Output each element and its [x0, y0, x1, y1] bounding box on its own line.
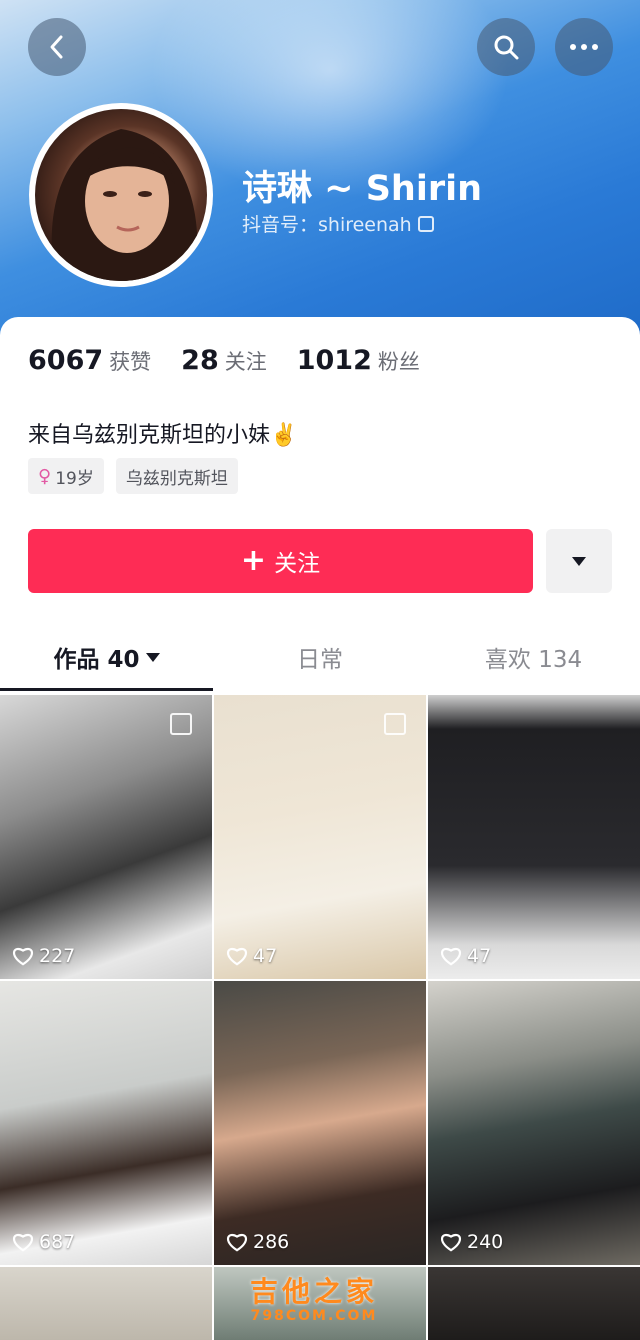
- multi-image-icon: [384, 713, 406, 735]
- plus-icon: +: [240, 543, 267, 578]
- search-icon: [494, 35, 519, 60]
- watermark-en: 798COM.COM: [250, 1308, 378, 1324]
- age-text: 19岁: [55, 468, 94, 489]
- chevron-left-icon: [50, 35, 63, 59]
- video-thumbnail[interactable]: 227: [0, 695, 212, 979]
- active-tab-indicator: [0, 688, 213, 691]
- like-count: 286: [226, 1231, 289, 1253]
- profile-header: 诗琳 ~ Shirin 抖音号：shireenah: [0, 0, 640, 340]
- tab-daily[interactable]: 日常: [213, 622, 427, 692]
- caret-down-icon: [572, 556, 586, 566]
- watermark-cn: 吉他之家: [250, 1275, 379, 1308]
- multi-image-icon: [170, 713, 192, 735]
- like-count-text: 47: [467, 945, 492, 967]
- video-thumbnail[interactable]: [428, 1267, 640, 1340]
- video-thumbnail[interactable]: 286: [214, 981, 426, 1265]
- avatar-portrait: [51, 129, 198, 281]
- heart-outline-icon: [441, 948, 461, 966]
- thumbnail-image: [214, 695, 426, 979]
- thumbnail-image: [0, 1267, 212, 1340]
- tab-works[interactable]: 作品 40: [0, 622, 213, 692]
- stat-likes[interactable]: 6067 获赞: [28, 345, 151, 376]
- recommend-dropdown-button[interactable]: [546, 529, 612, 593]
- follow-button[interactable]: + 关注: [28, 529, 533, 593]
- like-count-text: 687: [39, 1231, 76, 1253]
- like-count: 47: [440, 945, 491, 967]
- stat-following[interactable]: 28 关注: [181, 345, 267, 376]
- stat-label: 粉丝: [377, 350, 420, 374]
- like-count-text: 227: [39, 945, 76, 967]
- like-count: 47: [226, 945, 277, 967]
- thumbnail-image: [428, 981, 640, 1265]
- stat-label: 获赞: [109, 350, 152, 374]
- back-button[interactable]: [28, 18, 86, 76]
- like-count-text: 47: [253, 945, 278, 967]
- video-thumbnail[interactable]: [0, 1267, 212, 1340]
- search-button[interactable]: [477, 18, 535, 76]
- video-thumbnail[interactable]: 47: [428, 695, 640, 979]
- avatar-image: [35, 109, 207, 281]
- profile-name: 诗琳 ~ Shirin: [242, 169, 482, 209]
- female-icon: ♀: [38, 465, 52, 487]
- location-text: 乌兹别克斯坦: [125, 468, 228, 489]
- heart-outline-icon: [227, 948, 247, 966]
- thumbnail-image: [0, 981, 212, 1265]
- like-count-text: 240: [467, 1231, 504, 1253]
- copy-icon[interactable]: [417, 215, 434, 232]
- follow-label: 关注: [274, 551, 321, 577]
- thumbnail-image: [428, 695, 640, 979]
- douyin-id-row[interactable]: 抖音号：shireenah: [242, 210, 434, 237]
- tab-label: 喜欢 134: [484, 647, 583, 673]
- heart-outline-icon: [13, 948, 33, 966]
- heart-outline-icon: [227, 1234, 247, 1252]
- tags-row: ♀ 19岁 乌兹别克斯坦: [28, 458, 238, 494]
- stat-value: 6067: [28, 345, 104, 376]
- thumbnail-image: [214, 981, 426, 1265]
- more-horizontal-icon: [570, 44, 598, 50]
- location-tag[interactable]: 乌兹别克斯坦: [115, 458, 238, 494]
- video-thumbnail[interactable]: 47: [214, 695, 426, 979]
- caret-down-icon: [145, 652, 160, 662]
- stats-row: 6067 获赞 28 关注 1012 粉丝: [28, 345, 450, 376]
- like-count: 687: [12, 1231, 75, 1253]
- avatar[interactable]: [29, 103, 213, 287]
- stat-value: 1012: [296, 345, 372, 376]
- heart-outline-icon: [13, 1234, 33, 1252]
- stat-followers[interactable]: 1012 粉丝: [297, 345, 420, 376]
- thumbnail-image: [428, 1267, 640, 1340]
- like-count-text: 286: [253, 1231, 290, 1253]
- like-count: 240: [440, 1231, 503, 1253]
- tab-likes[interactable]: 喜欢 134: [427, 622, 640, 692]
- stat-label: 关注: [224, 350, 267, 374]
- more-button[interactable]: [555, 18, 613, 76]
- heart-outline-icon: [441, 1234, 461, 1252]
- bio-text: 来自乌兹别克斯坦的小妹✌️: [28, 423, 298, 448]
- stat-value: 28: [181, 345, 219, 376]
- age-tag: ♀ 19岁: [28, 458, 104, 494]
- thumbnail-image: [0, 695, 212, 979]
- tab-label: 日常: [297, 647, 343, 673]
- content-tabs: 作品 40 日常 喜欢 134: [0, 622, 640, 692]
- douyin-id: 抖音号：shireenah: [242, 214, 412, 236]
- tab-label: 作品 40: [53, 647, 140, 673]
- site-watermark: 吉他之家 798COM.COM: [250, 1270, 378, 1324]
- like-count: 227: [12, 945, 75, 967]
- video-thumbnail[interactable]: 687: [0, 981, 212, 1265]
- video-thumbnail[interactable]: 240: [428, 981, 640, 1265]
